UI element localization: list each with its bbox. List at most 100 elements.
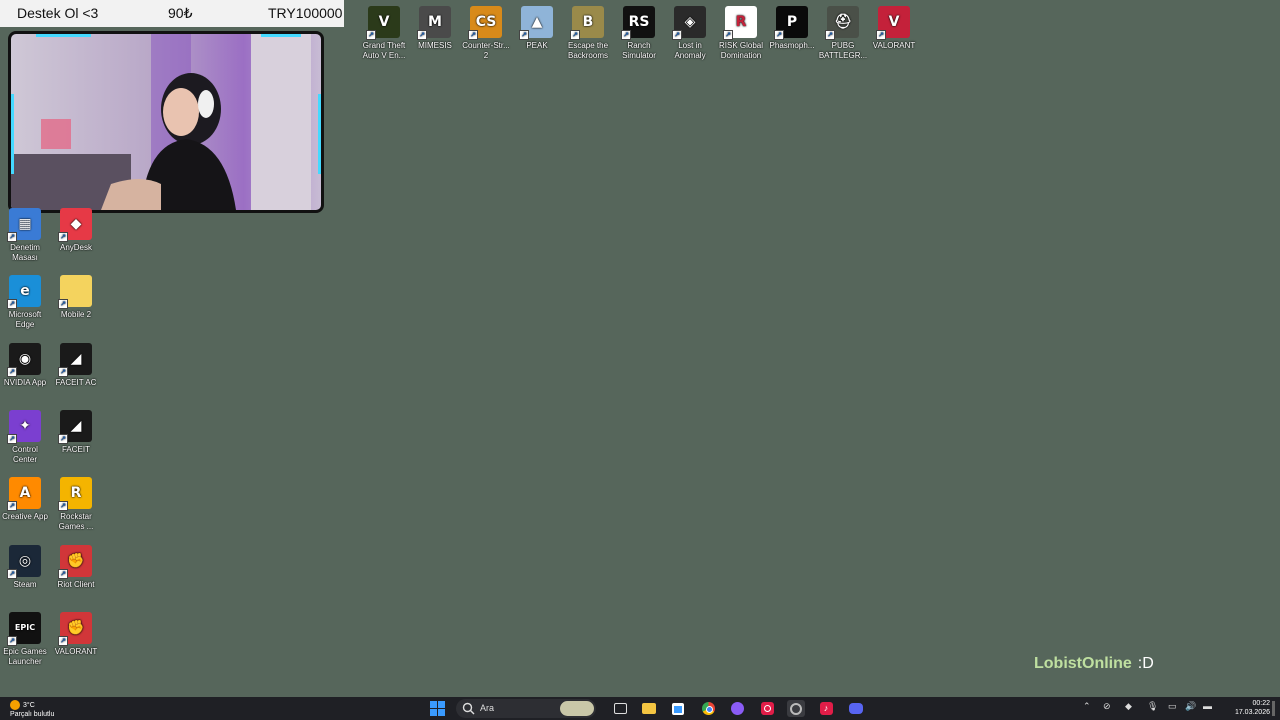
desktop-shortcut[interactable]: A ↗ Creative App [0,477,50,522]
desktop-shortcut[interactable]: ◈ ↗ Lost in Anomaly [665,6,715,61]
search-highlight-image [560,701,594,716]
chrome-button[interactable] [699,700,717,717]
volume-icon[interactable]: 🔊 [1185,701,1196,712]
faceit-icon: ◢ ↗ [58,409,92,444]
shortcut-label: Epic Games Launcher [3,646,47,666]
escape-backrooms-icon: B ↗ [570,6,604,40]
store-button[interactable] [669,700,687,717]
app-button[interactable] [728,700,746,717]
shortcut-arrow-icon: ↗ [58,501,68,512]
search-input[interactable]: Ara [456,699,596,718]
microphone-icon[interactable]: 🎙 [1147,701,1158,712]
shortcut-arrow-icon: ↗ [621,30,631,40]
shortcut-arrow-icon: ↗ [417,30,427,40]
display-icon[interactable]: ▭ [1168,701,1177,712]
shortcut-arrow-icon: ↗ [774,30,784,40]
shortcut-label: PUBG BATTLEGR... [818,41,868,60]
shortcut-label: VALORANT [54,646,98,656]
desktop-shortcut[interactable]: CS ↗ Counter-Str... 2 [461,6,511,61]
shortcut-label: RISK Global Domination [718,41,764,60]
weather-temp: 3°C [23,701,35,709]
desktop-shortcut[interactable]: ▦ ↗ Denetim Masası [0,208,50,263]
frame-accent [36,34,91,37]
valorant-icon: V ↗ [876,6,910,40]
tiktok-button[interactable]: ♪ [817,700,835,717]
desktop-shortcut[interactable]: M ↗ MIMESIS [410,6,460,51]
webcam-overlay [8,31,324,213]
desktop-shortcut[interactable]: ✊ ↗ VALORANT [51,611,101,657]
desktop-shortcut[interactable]: R ↗ Rockstar Games ... [51,477,101,532]
desktop-shortcut[interactable]: ↗ Mobile 2 [51,275,101,320]
control-panel-icon: ▦ ↗ [7,208,41,242]
rockstar-icon: R ↗ [58,477,92,512]
shortcut-label: Microsoft Edge [8,310,42,330]
pubg-icon: ⛑ ↗ [825,6,859,40]
desktop-shortcut[interactable]: ◆ ↗ AnyDesk [51,208,101,253]
shortcut-arrow-icon: ↗ [825,30,835,40]
lost-in-anomaly-icon: ◈ ↗ [672,6,706,40]
desktop-shortcut[interactable]: RS ↗ Ranch Simulator [614,6,664,61]
folder-icon: ↗ [58,275,92,310]
desktop-shortcut[interactable]: R ↗ RISK Global Domination [716,6,766,61]
record-app-button[interactable] [758,700,776,717]
task-view-button[interactable] [611,700,629,717]
shortcut-arrow-icon: ↗ [7,635,17,646]
start-button[interactable] [428,700,446,717]
shortcut-label: Phasmoph... [769,41,815,50]
shortcut-label: Riot Client [57,579,95,589]
webcam-feed [11,34,321,210]
discord-button[interactable] [847,700,865,717]
search-icon [462,702,475,715]
show-desktop-button[interactable] [1272,701,1275,716]
clock[interactable]: 00:22 17.03.2026 [1222,699,1270,717]
desktop-shortcut[interactable]: ◢ ↗ FACEIT [51,409,101,455]
desktop-shortcut[interactable]: ◢ ↗ FACEIT AC [51,342,101,388]
chevron-up-icon[interactable]: ⌃ [1083,701,1091,712]
desktop-shortcut[interactable]: EPIC ↗ Epic Games Launcher [0,611,50,667]
discord-icon [849,703,863,714]
shortcut-arrow-icon: ↗ [58,568,68,579]
shortcut-arrow-icon: ↗ [723,30,733,40]
obs-button[interactable] [787,700,805,717]
donation-amount: 90₺ [168,5,193,21]
shortcut-label: PEAK [526,41,548,50]
shortcut-arrow-icon: ↗ [366,30,376,40]
app-icon [730,702,744,715]
shortcut-arrow-icon: ↗ [876,30,886,40]
weather-widget[interactable]: 3°C Parçalı bulutlu [10,700,54,719]
mimesis-icon: M ↗ [417,6,451,40]
desktop-shortcut[interactable]: V ↗ VALORANT [869,6,919,51]
frame-accent [261,34,301,37]
shortcut-arrow-icon: ↗ [7,501,17,512]
battery-icon[interactable]: ▬ [1203,701,1212,711]
edge-icon: e ↗ [7,275,41,310]
taskbar: 3°C Parçalı bulutlu Ara ♪ ⌃ ⊘ ◆ 🎙 ▭ 🔊 ▬ … [0,697,1280,720]
desktop-shortcut[interactable]: ✦ ↗ Control Center [0,409,50,465]
desktop-shortcut[interactable]: V ↗ Grand Theft Auto V En... [359,6,409,61]
desktop-shortcut[interactable]: ⛑ ↗ PUBG BATTLEGR... [818,6,868,61]
task-view-icon [613,703,627,714]
shortcut-arrow-icon: ↗ [7,568,17,579]
shortcut-arrow-icon: ↗ [58,366,68,377]
clock-time: 00:22 [1252,700,1270,707]
faceit-ac-icon: ◢ ↗ [58,342,92,377]
network-off-icon[interactable]: ⊘ [1103,701,1111,712]
desktop-shortcut[interactable]: e ↗ Microsoft Edge [0,275,50,330]
file-explorer-button[interactable] [640,700,658,717]
desktop-shortcut[interactable]: ◉ ↗ NVIDIA App [0,342,50,388]
shortcut-arrow-icon: ↗ [58,299,68,310]
desktop-shortcut[interactable]: ✊ ↗ Riot Client [51,544,101,590]
desktop-shortcut[interactable]: P ↗ Phasmoph... [767,6,817,51]
desktop-shortcut[interactable]: ◎ ↗ Steam [0,544,50,590]
folder-icon [642,703,656,714]
shortcut-label: Creative App [2,512,48,522]
desktop-shortcut[interactable]: ▲ ↗ PEAK [512,6,562,51]
shortcut-label: MIMESIS [418,41,452,50]
desktop-shortcut[interactable]: B ↗ Escape the Backrooms [563,6,613,61]
peak-icon: ▲ ↗ [519,6,553,40]
shortcut-arrow-icon: ↗ [58,635,68,646]
shortcut-label: Ranch Simulator [622,41,656,60]
donation-overlay: Destek Ol <3 90₺ TRY100000 [0,0,344,27]
security-icon[interactable]: ◆ [1125,701,1132,712]
shortcut-arrow-icon: ↗ [672,30,682,40]
